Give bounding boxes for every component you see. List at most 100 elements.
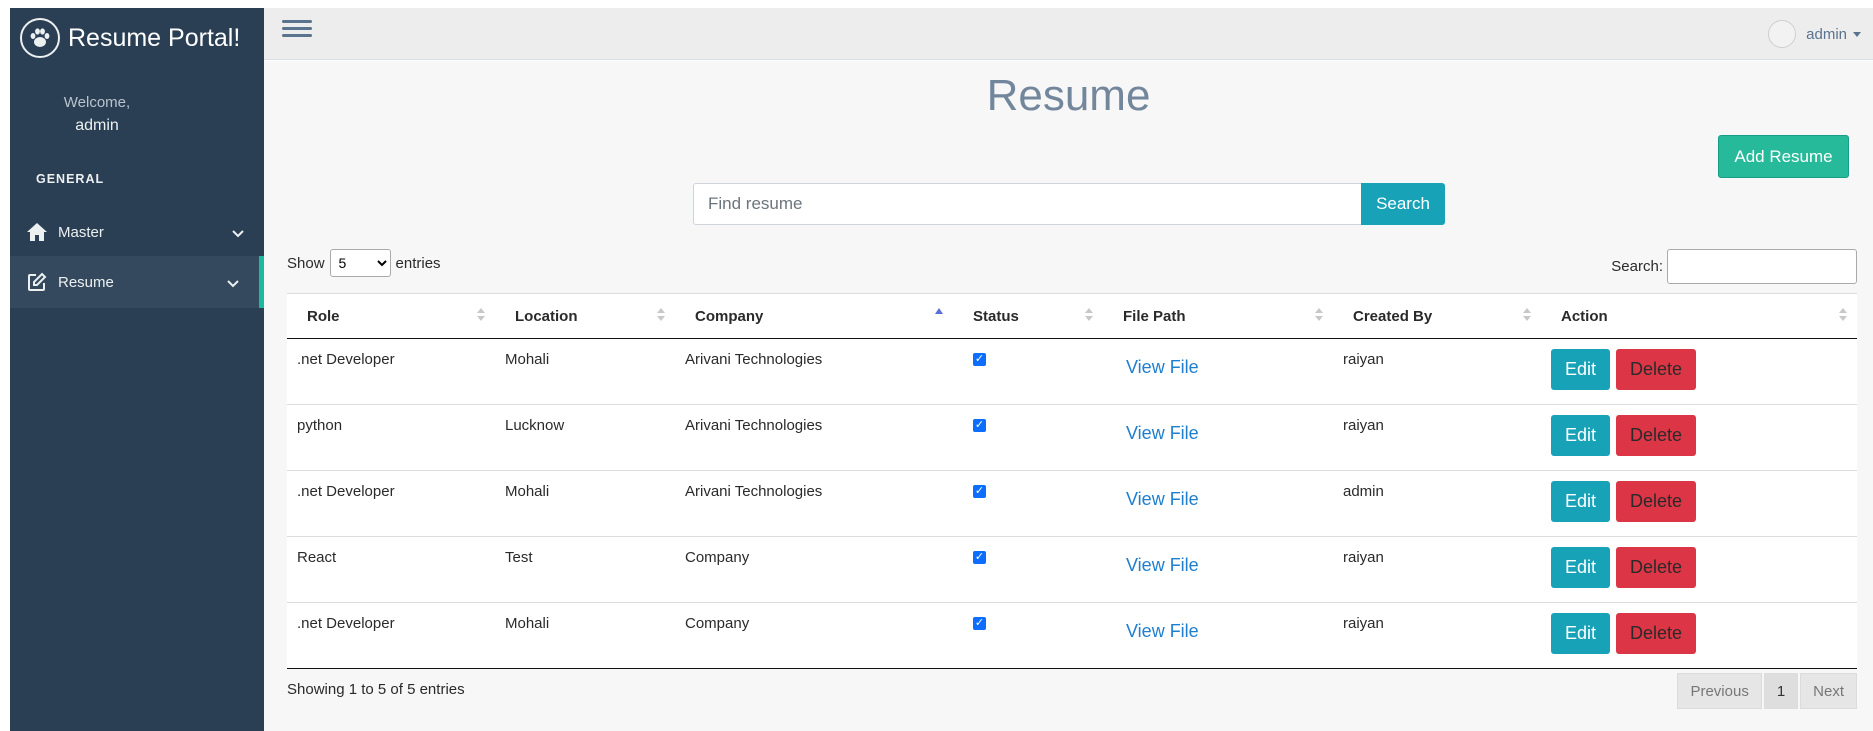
top-navbar: admin [264,8,1873,60]
cell-created-by: raiyan [1333,602,1541,669]
page-length-select[interactable]: 5 [329,249,391,277]
cell-location: Lucknow [495,404,675,471]
cell-role: .net Developer [287,470,495,537]
view-file-link[interactable]: View File [1126,555,1199,576]
view-file-link[interactable]: View File [1126,423,1199,444]
cell-actions: Edit Delete [1541,602,1857,669]
cell-company: Arivani Technologies [675,470,953,537]
delete-button[interactable]: Delete [1616,415,1696,456]
cell-created-by: raiyan [1333,536,1541,603]
status-checkbox[interactable]: ✓ [973,353,986,366]
cell-actions: Edit Delete [1541,536,1857,603]
page-number-button[interactable]: 1 [1763,673,1799,709]
status-checkbox[interactable]: ✓ [973,551,986,564]
cell-status: ✓ [953,536,1103,603]
sidebar-item-master[interactable]: Master [10,206,264,258]
status-checkbox[interactable]: ✓ [973,419,986,432]
sidebar: Resume Portal! Welcome, admin GENERAL Ma… [10,8,264,731]
cell-actions: Edit Delete [1541,470,1857,537]
cell-company: Arivani Technologies [675,404,953,471]
entries-label: entries [395,254,441,272]
cell-file-path: View File [1103,338,1333,405]
status-checkbox[interactable]: ✓ [973,617,986,630]
cell-status: ✓ [953,404,1103,471]
search-button[interactable]: Search [1361,183,1445,225]
sort-icon [1523,308,1531,324]
cell-role: .net Developer [287,338,495,405]
view-file-link[interactable]: View File [1126,489,1199,510]
cell-role: python [287,404,495,471]
previous-page-button[interactable]: Previous [1677,673,1762,709]
add-resume-button[interactable]: Add Resume [1718,135,1849,178]
sidebar-item-resume[interactable]: Resume [10,256,264,308]
table-row: .net Developer Mohali Company ✓ View Fil… [287,602,1857,669]
cell-actions: Edit Delete [1541,404,1857,471]
main-content: Resume Add Resume Search Show 5 entries … [264,61,1873,731]
column-header-company[interactable]: Company [675,293,953,339]
home-icon [24,221,50,243]
sort-ascending-icon [935,308,943,324]
sidebar-item-label: Master [58,223,104,241]
delete-button[interactable]: Delete [1616,349,1696,390]
paw-icon [20,18,60,58]
menu-toggle-icon[interactable] [282,16,312,46]
column-header-location[interactable]: Location [495,293,675,339]
table-row: python Lucknow Arivani Technologies ✓ Vi… [287,404,1857,471]
table-header-row: Role Location Company Status File Path C… [287,293,1857,339]
filter-label: Search: [1611,258,1663,275]
sort-icon [657,308,665,324]
column-header-action[interactable]: Action [1541,293,1857,339]
column-header-role[interactable]: Role [287,293,495,339]
delete-button[interactable]: Delete [1616,481,1696,522]
cell-company: Company [675,536,953,603]
cell-company: Arivani Technologies [675,338,953,405]
cell-file-path: View File [1103,536,1333,603]
status-checkbox[interactable]: ✓ [973,485,986,498]
table-row: .net Developer Mohali Arivani Technologi… [287,470,1857,537]
cell-file-path: View File [1103,602,1333,669]
cell-created-by: raiyan [1333,404,1541,471]
edit-icon [24,271,50,293]
brand[interactable]: Resume Portal! [20,14,240,62]
cell-actions: Edit Delete [1541,338,1857,405]
user-menu[interactable]: admin [1768,20,1861,48]
cell-location: Mohali [495,470,675,537]
sidebar-section-label: GENERAL [36,172,105,186]
cell-status: ✓ [953,470,1103,537]
cell-location: Mohali [495,602,675,669]
cell-created-by: admin [1333,470,1541,537]
edit-button[interactable]: Edit [1551,613,1610,654]
welcome-block: Welcome, admin [42,94,152,135]
cell-role: React [287,536,495,603]
column-header-file-path[interactable]: File Path [1103,293,1333,339]
chevron-down-icon [232,225,244,242]
column-header-created-by[interactable]: Created By [1333,293,1541,339]
find-resume-input[interactable] [693,183,1361,225]
cell-created-by: raiyan [1333,338,1541,405]
edit-button[interactable]: Edit [1551,547,1610,588]
cell-location: Test [495,536,675,603]
view-file-link[interactable]: View File [1126,621,1199,642]
delete-button[interactable]: Delete [1616,613,1696,654]
column-header-status[interactable]: Status [953,293,1103,339]
view-file-link[interactable]: View File [1126,357,1199,378]
page-title: Resume [986,71,1151,120]
edit-button[interactable]: Edit [1551,481,1610,522]
welcome-label: Welcome, [63,94,131,111]
next-page-button[interactable]: Next [1800,673,1857,709]
caret-down-icon [1853,31,1861,37]
edit-button[interactable]: Edit [1551,349,1610,390]
pagination: Previous 1 Next [1675,673,1857,709]
delete-button[interactable]: Delete [1616,547,1696,588]
cell-status: ✓ [953,338,1103,405]
resume-search-bar: Search [693,183,1445,225]
sort-icon [477,308,485,324]
sort-icon [1315,308,1323,324]
table-info: Showing 1 to 5 of 5 entries [287,681,465,698]
cell-file-path: View File [1103,470,1333,537]
edit-button[interactable]: Edit [1551,415,1610,456]
sidebar-item-label: Resume [58,273,114,291]
resume-table: Role Location Company Status File Path C… [287,293,1857,669]
table-search-input[interactable] [1667,249,1857,284]
avatar [1768,20,1797,48]
